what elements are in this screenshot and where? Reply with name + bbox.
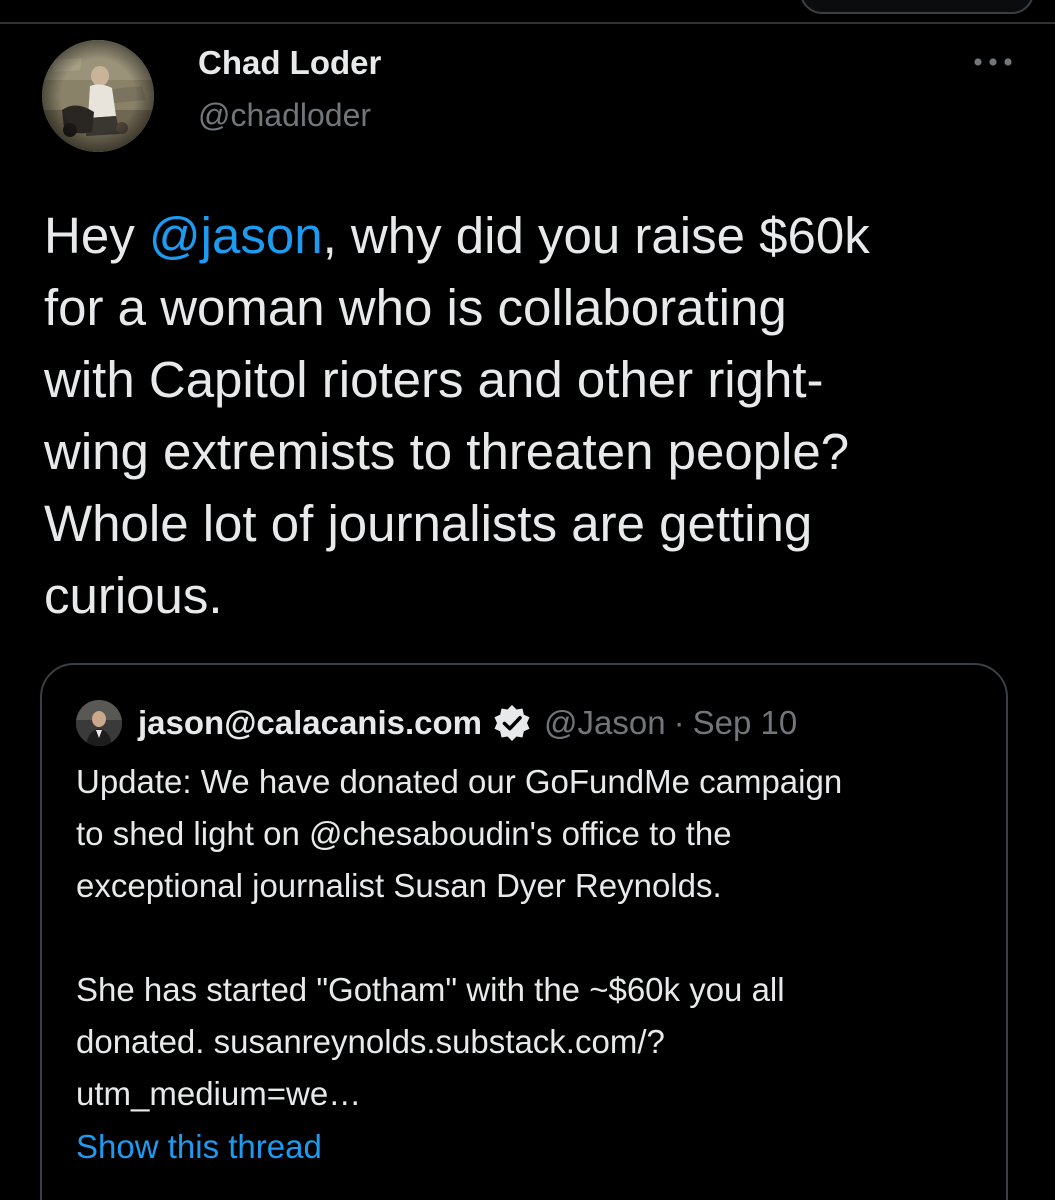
- show-thread-link[interactable]: Show this thread: [76, 1128, 322, 1166]
- profile-photo: [42, 40, 154, 152]
- quoted-author-handle[interactable]: @Jason: [544, 704, 666, 742]
- verified-badge-icon: [492, 703, 532, 743]
- author-name[interactable]: Chad Loder: [198, 44, 381, 82]
- tweet-text-rest: , why did you raise $60k for a woman who…: [44, 207, 870, 624]
- tweet-text: Hey @jason, why did you raise $60k for a…: [44, 200, 1034, 632]
- separator-dot: ·: [673, 704, 685, 741]
- quoted-author-name[interactable]: jason@calacanis.com: [138, 704, 482, 742]
- tweet-text-start: Hey: [44, 207, 149, 264]
- more-horizontal-icon[interactable]: [968, 50, 1018, 74]
- quoted-paragraph-1: Update: We have donated our GoFundMe cam…: [76, 763, 843, 904]
- author-handle[interactable]: @chadloder: [198, 97, 371, 134]
- top-button-fragment[interactable]: [800, 0, 1034, 14]
- tweet-detail-view: Chad Loder @chadloder Hey @jason, why di…: [0, 0, 1055, 1200]
- quoted-paragraph-2: She has started "Gotham" with the ~$60k …: [76, 971, 785, 1112]
- divider: [0, 22, 1055, 24]
- quoted-header: jason@calacanis.com @Jason · Sep 10: [138, 700, 797, 746]
- author-avatar[interactable]: [42, 40, 154, 152]
- quoted-profile-photo: [76, 700, 122, 746]
- quoted-author-avatar[interactable]: [76, 700, 122, 746]
- mention-link[interactable]: @jason: [149, 207, 323, 264]
- quoted-tweet-text: Update: We have donated our GoFundMe cam…: [76, 756, 996, 1120]
- quoted-date[interactable]: Sep 10: [693, 704, 798, 742]
